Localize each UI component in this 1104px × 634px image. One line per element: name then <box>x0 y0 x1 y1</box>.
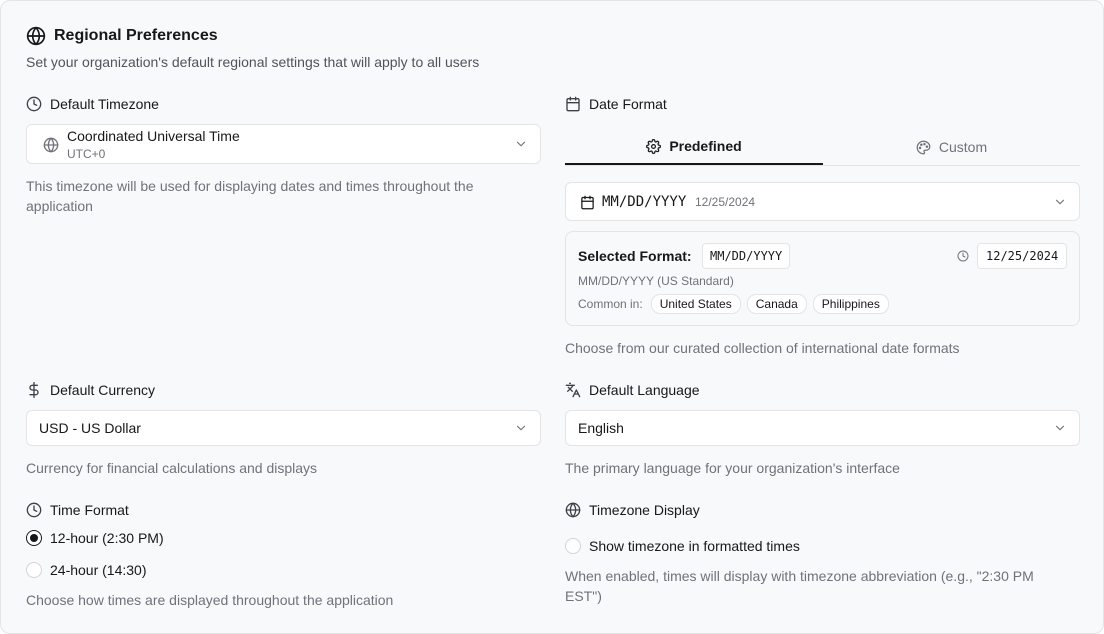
chevron-down-icon <box>1053 195 1067 209</box>
selected-format-panel: Selected Format: MM/DD/YYYY 12/25/2024 M… <box>565 231 1080 326</box>
time-format-help: Choose how times are displayed throughou… <box>26 592 394 608</box>
globe-icon <box>565 502 581 518</box>
timezone-display-label: Timezone Display <box>589 502 700 518</box>
chevron-down-icon <box>514 421 528 435</box>
date-format-select-example: 12/25/2024 <box>695 195 756 209</box>
globe-icon <box>26 26 46 46</box>
dollar-icon <box>26 382 42 398</box>
date-format-help: Choose from our curated collection of in… <box>565 340 960 356</box>
radio-24-hour-label[interactable]: 24-hour (14:30) <box>50 562 147 578</box>
page-title: Regional Preferences <box>54 27 218 44</box>
show-timezone-label[interactable]: Show timezone in formatted times <box>589 538 800 554</box>
clock-icon <box>26 96 42 112</box>
language-select[interactable]: English <box>565 410 1080 446</box>
timezone-value: Coordinated Universal Time <box>67 128 240 144</box>
languages-icon <box>565 382 581 398</box>
language-value: English <box>578 420 624 436</box>
tab-custom[interactable]: Custom <box>823 129 1080 165</box>
date-format-label: Date Format <box>589 96 667 112</box>
palette-icon <box>916 140 931 155</box>
clock-icon <box>957 250 969 262</box>
currency-value: USD - US Dollar <box>39 420 141 436</box>
timezone-offset: UTC+0 <box>67 147 106 161</box>
calendar-icon <box>580 195 595 210</box>
time-format-label: Time Format <box>50 502 129 518</box>
common-in-row: Common in: United States Canada Philippi… <box>578 294 895 314</box>
selected-format-label: Selected Format: <box>578 248 692 264</box>
country-chip: Philippines <box>812 294 889 314</box>
timezone-display-help: When enabled, times will display with ti… <box>565 568 1034 604</box>
chevron-down-icon <box>514 137 528 151</box>
country-chip: United States <box>650 294 741 314</box>
tabs-divider <box>565 165 1080 166</box>
tab-predefined[interactable]: Predefined <box>565 129 823 165</box>
radio-12-hour-label[interactable]: 12-hour (2:30 PM) <box>50 530 164 546</box>
gear-icon <box>646 138 662 154</box>
date-format-select-value: MM/DD/YYYY <box>602 194 687 210</box>
regional-preferences-card: Regional Preferences Set your organizati… <box>0 0 1104 634</box>
common-in-label: Common in: <box>578 297 643 311</box>
date-format-select[interactable]: MM/DD/YYYY 12/25/2024 <box>565 182 1080 221</box>
timezone-select[interactable]: Coordinated Universal Time UTC+0 <box>26 124 541 164</box>
globe-icon <box>43 137 59 153</box>
country-chip: Canada <box>746 294 807 314</box>
currency-label: Default Currency <box>50 382 156 398</box>
clock-icon <box>26 502 42 518</box>
page-subtitle: Set your organization's default regional… <box>26 54 480 70</box>
tab-predefined-label: Predefined <box>669 138 742 154</box>
currency-select[interactable]: USD - US Dollar <box>26 410 541 446</box>
language-label: Default Language <box>589 382 700 398</box>
chevron-down-icon <box>1053 421 1067 435</box>
currency-help: Currency for financial calculations and … <box>26 460 318 476</box>
format-preview: 12/25/2024 <box>977 243 1068 269</box>
tab-custom-label: Custom <box>938 139 988 155</box>
calendar-icon <box>565 96 581 112</box>
timezone-label: Default Timezone <box>50 96 159 112</box>
show-timezone-toggle[interactable] <box>565 538 581 554</box>
selected-format-code: MM/DD/YYYY <box>702 243 791 269</box>
format-description: MM/DD/YYYY (US Standard) <box>578 274 734 288</box>
radio-24-hour[interactable] <box>26 562 42 578</box>
language-help: The primary language for your organizati… <box>565 460 900 476</box>
radio-12-hour[interactable] <box>26 530 42 546</box>
timezone-help: This timezone will be used for displayin… <box>26 178 474 214</box>
